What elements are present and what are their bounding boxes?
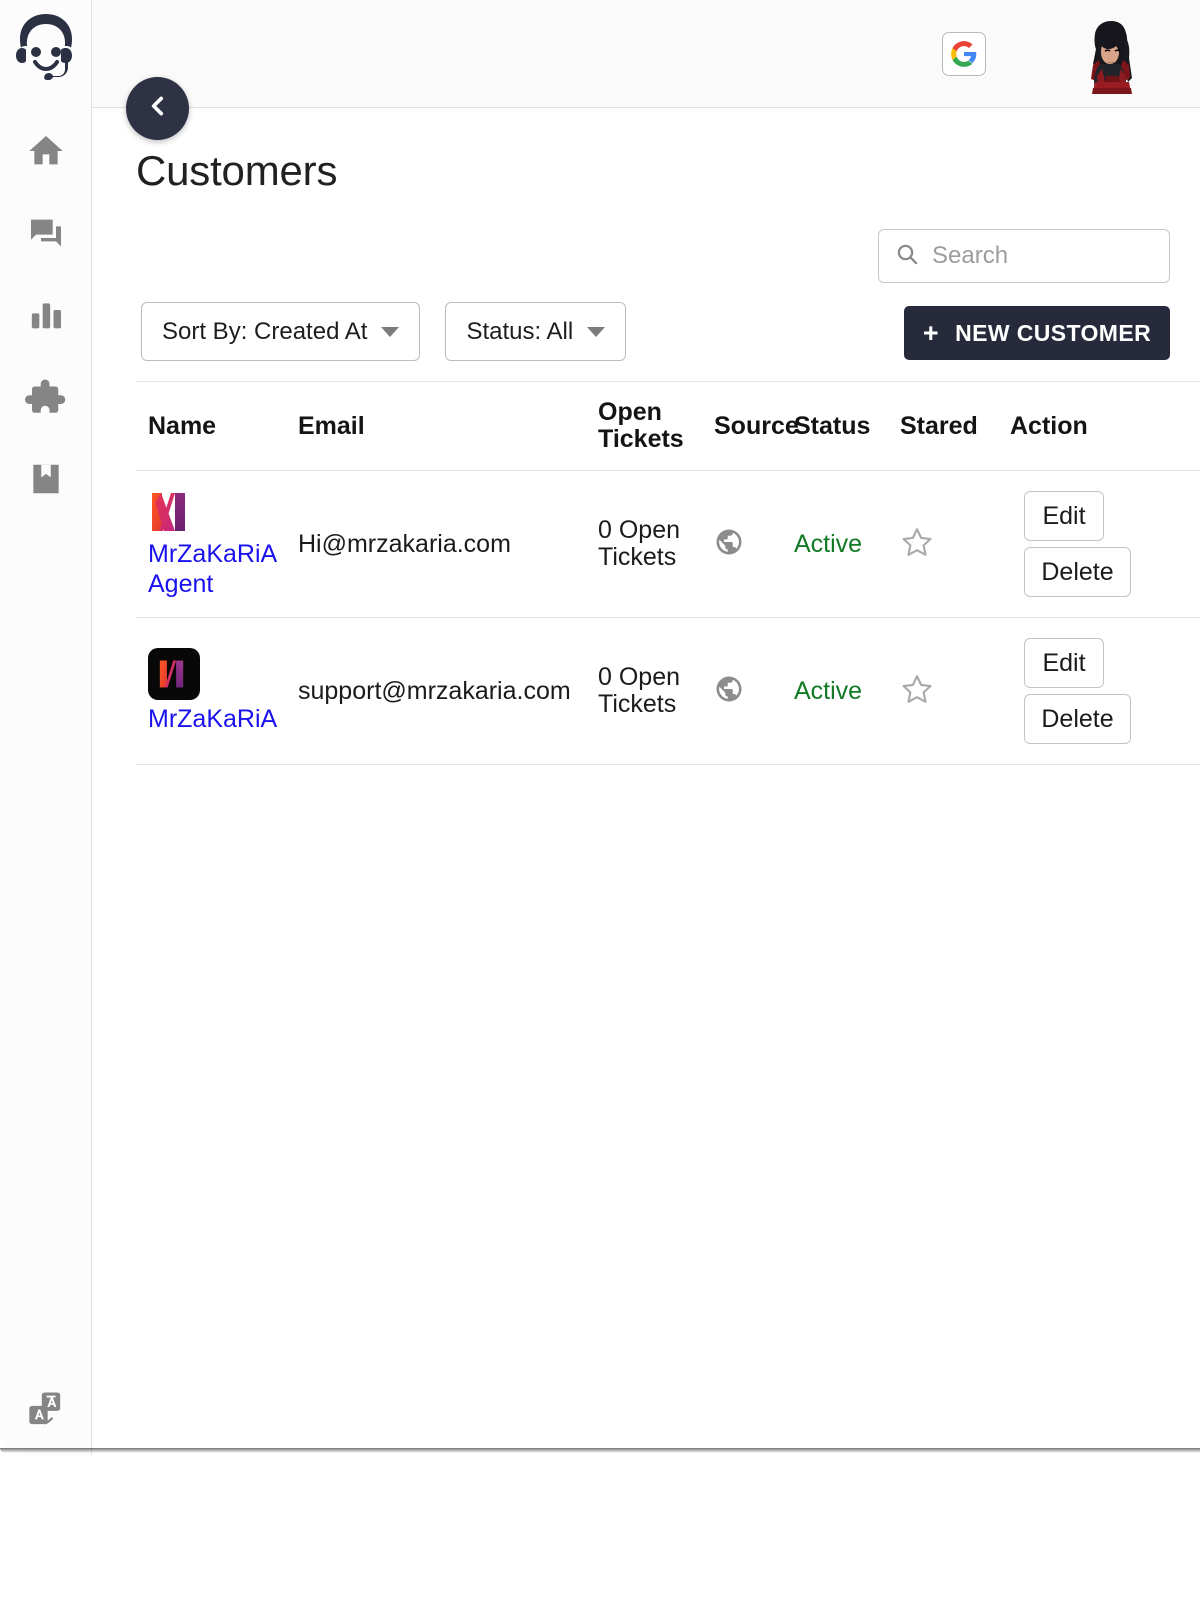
sidebar-item-reports[interactable] (23, 292, 69, 338)
puzzle-icon (24, 376, 67, 418)
edit-button[interactable]: Edit (1024, 491, 1104, 541)
table-row: MrZaKaRiA support@mrzakaria.com 0 Open T… (136, 617, 1200, 764)
page-shell: Customers Sort By: Created At Status: Al… (0, 0, 1200, 1455)
globe-icon[interactable] (714, 527, 744, 557)
cell-email: Hi@mrzakaria.com (298, 529, 511, 558)
table-bottom-divider (136, 764, 1200, 765)
table-header-row: Name Email Open Tickets Source Status St… (136, 381, 1200, 470)
status-filter-dropdown[interactable]: Status: All (445, 302, 627, 361)
topbar (92, 0, 1200, 108)
open-tickets-line1: 0 Open (598, 515, 681, 544)
sidebar-item-conversations[interactable] (23, 210, 69, 256)
column-header-open-tickets: Open Tickets (598, 399, 714, 453)
customer-name-link[interactable]: MrZaKaRiA (148, 704, 298, 735)
column-header-action: Action (1010, 411, 1088, 440)
cell-stared (900, 525, 1010, 564)
star-outline-icon[interactable] (900, 672, 934, 706)
avatar[interactable] (1072, 14, 1148, 94)
edit-button[interactable]: Edit (1024, 638, 1104, 688)
column-header-open-line1: Open (598, 398, 662, 426)
main-content: Customers Sort By: Created At Status: Al… (92, 109, 1200, 1455)
sidebar-item-integrations[interactable] (23, 374, 69, 420)
open-tickets-line2: Tickets (598, 690, 677, 718)
column-header-stared: Stared (900, 411, 978, 440)
translate-icon (26, 1390, 66, 1430)
page-bottom-shadow (0, 1448, 1200, 1453)
mrzakaria-logo-icon (148, 647, 200, 700)
cell-action: Edit Delete (1010, 638, 1180, 744)
cell-status: Active (794, 529, 863, 558)
new-customer-label: NEW CUSTOMER (955, 319, 1152, 346)
search-icon (895, 242, 919, 271)
new-customer-button[interactable]: + NEW CUSTOMER (904, 306, 1170, 360)
sidebar-nav (23, 128, 69, 502)
sidebar-bottom (0, 1387, 92, 1433)
column-header-status: Status (794, 411, 871, 440)
column-header-source: Source (714, 411, 799, 440)
column-header-name: Name (148, 411, 217, 440)
cell-action: Edit Delete (1010, 491, 1180, 597)
customers-table: Name Email Open Tickets Source Status St… (136, 381, 1200, 765)
globe-icon[interactable] (714, 674, 744, 704)
plus-icon: + (922, 317, 940, 348)
cell-source (714, 527, 794, 562)
column-header-email: Email (298, 411, 365, 440)
sort-by-label: Sort By: Created At (162, 317, 368, 345)
chat-icon (26, 213, 66, 253)
mrzakaria-logo-icon (148, 489, 196, 535)
table-row: MrZaKaRiA Agent Hi@mrzakaria.com 0 Open … (136, 470, 1200, 617)
filter-group: Sort By: Created At Status: All (141, 302, 627, 361)
cell-name: MrZaKaRiA (136, 647, 298, 735)
collapse-sidebar-button[interactable] (126, 77, 189, 140)
bookmark-icon (27, 460, 65, 498)
chevron-down-icon (587, 326, 606, 337)
customer-name-link[interactable]: MrZaKaRiA Agent (148, 539, 298, 600)
cell-name: MrZaKaRiA Agent (136, 489, 298, 600)
sidebar-item-home[interactable] (23, 128, 69, 174)
sidebar-item-knowledge-base[interactable] (23, 456, 69, 502)
column-header-open-line2: Tickets (598, 425, 684, 453)
cell-source (714, 674, 794, 709)
sidebar (0, 0, 92, 1455)
status-filter-label: Status: All (466, 317, 574, 345)
page-title: Customers (136, 147, 338, 194)
headset-agent-logo-icon[interactable] (7, 8, 85, 90)
delete-button[interactable]: Delete (1024, 694, 1131, 744)
cell-open-tickets: 0 Open Tickets (598, 662, 714, 719)
cell-status: Active (794, 676, 863, 705)
app-root: Customers Sort By: Created At Status: Al… (0, 0, 1200, 1600)
open-tickets-line1: 0 Open (598, 662, 681, 691)
sidebar-item-translate[interactable] (23, 1387, 69, 1433)
delete-button[interactable]: Delete (1024, 547, 1131, 597)
search-input[interactable] (932, 242, 1153, 270)
open-tickets-line2: Tickets (598, 543, 677, 571)
sort-by-dropdown[interactable]: Sort By: Created At (141, 302, 421, 361)
search-box[interactable] (878, 229, 1170, 283)
cell-stared (900, 672, 1010, 711)
cell-open-tickets: 0 Open Tickets (598, 515, 714, 572)
home-icon (26, 131, 66, 171)
chevron-left-icon (145, 93, 171, 124)
star-outline-icon[interactable] (900, 525, 934, 559)
chevron-down-icon (381, 326, 400, 337)
bar-chart-icon (26, 295, 66, 335)
cell-email: support@mrzakaria.com (298, 676, 571, 705)
google-icon[interactable] (942, 31, 986, 76)
